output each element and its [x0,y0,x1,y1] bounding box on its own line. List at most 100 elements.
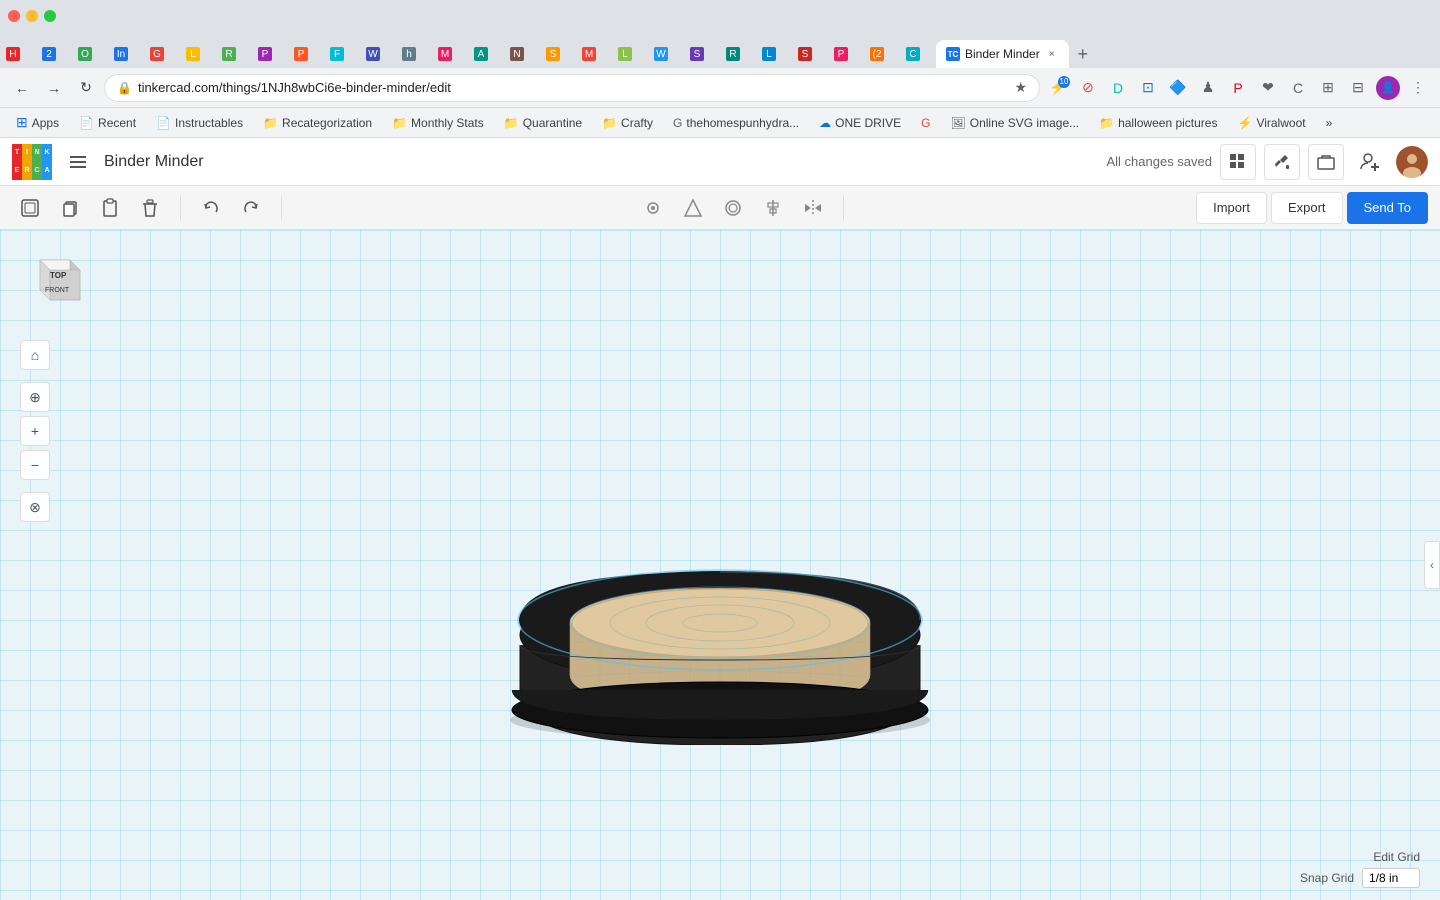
menu-icon[interactable]: ⋮ [1404,74,1432,102]
bookmark-g[interactable]: G [913,113,938,133]
hamburger-menu-btn[interactable] [62,146,94,178]
tab-item[interactable]: S [792,40,828,68]
forward-btn[interactable]: → [40,74,68,102]
tab-item[interactable]: W [648,40,684,68]
hamburger-icon [68,152,88,172]
bookmark-quarantine[interactable]: 📁 Quarantine [496,113,590,133]
tab-item[interactable]: R [720,40,756,68]
copy-tool-btn[interactable] [52,190,88,226]
pinterest-icon[interactable]: P [1224,74,1252,102]
home-view-btn[interactable]: ⌂ [20,340,50,370]
profile-icon[interactable]: 👤 [1374,74,1402,102]
bookmark-recategorization[interactable]: 📁 Recategorization [255,113,380,133]
minimize-os-btn[interactable] [26,10,38,22]
tab-item[interactable]: M [432,40,468,68]
group-tool-btn[interactable] [715,190,751,226]
bookmark-onedrive[interactable]: ☁ ONE DRIVE [811,113,909,133]
address-bar[interactable]: 🔒 tinkercad.com/things/1NJh8wbCi6e-binde… [104,74,1040,102]
ext-icon-6[interactable]: C [1284,74,1312,102]
tab-item[interactable]: L [180,40,216,68]
tab-item[interactable]: In [108,40,144,68]
bookmark-star-icon[interactable]: ★ [1014,79,1027,96]
tc-viewport[interactable]: TOP FRONT ⌂ ⊕ + − [0,230,1440,900]
bookmark-homespun[interactable]: G thehomespunhydra... [665,113,807,133]
delete-tool-btn[interactable] [132,190,168,226]
tab-favicon-tinkercad: TC [946,47,960,61]
grid-view-btn[interactable] [1220,144,1256,180]
add-user-btn[interactable] [1352,144,1388,180]
zoom-in-btn[interactable]: + [20,416,50,446]
tab-item[interactable]: P [828,40,864,68]
tab-close-btn[interactable]: × [1045,47,1059,61]
bookmark-instructables[interactable]: 📄 Instructables [148,113,251,133]
new-tab-btn[interactable]: + [1069,40,1097,68]
ext-icon-7[interactable]: ⊟ [1344,74,1372,102]
bookmark-monthly-stats[interactable]: 📁 Monthly Stats [384,113,492,133]
maximize-os-btn[interactable] [44,10,56,22]
tab-item[interactable]: H [0,40,36,68]
tab-tinkercad[interactable]: TC Binder Minder × [936,40,1069,68]
tab-item[interactable]: P [288,40,324,68]
reload-btn[interactable]: ↻ [72,74,100,102]
tab-item[interactable]: W [360,40,396,68]
export-btn[interactable]: Export [1271,192,1343,224]
select-tool-btn[interactable] [12,190,48,226]
undo-tool-btn[interactable] [193,190,229,226]
bookmark-apps[interactable]: ⊞ Apps [8,111,67,134]
redo-tool-btn[interactable] [233,190,269,226]
screenshare-icon[interactable]: ⊞ [1314,74,1342,102]
mirror-tool-btn[interactable] [795,190,831,226]
view-cube[interactable]: TOP FRONT [20,250,90,320]
tinkercad-logo[interactable]: T I N K E R C A [12,144,52,180]
tab-item[interactable]: S [684,40,720,68]
tab-favicon: F [330,47,344,61]
tab-item[interactable]: P [252,40,288,68]
paste-tool-btn[interactable] [92,190,128,226]
send-to-btn[interactable]: Send To [1347,192,1428,224]
tools-btn[interactable] [1264,144,1300,180]
tab-item[interactable]: N [504,40,540,68]
user-avatar[interactable] [1396,146,1428,178]
tab-item[interactable]: S [540,40,576,68]
align-tool-btn[interactable] [755,190,791,226]
chess-icon[interactable]: ♟ [1194,74,1222,102]
ext-icon-5[interactable]: ❤ [1254,74,1282,102]
bookmark-svg[interactable]: 🖼 Online SVG image... [943,113,1088,133]
perspective-btn[interactable]: ⊗ [20,492,50,522]
snap-grid-select[interactable]: 1/8 in 1/4 in 1/2 in 1 in [1362,868,1420,888]
import-btn[interactable]: Import [1196,192,1267,224]
tab-item[interactable]: h [396,40,432,68]
close-os-btn[interactable] [8,10,20,22]
tab-item[interactable]: G [144,40,180,68]
bookmark-recent[interactable]: 📄 Recent [71,113,144,133]
tab-item[interactable]: A [468,40,504,68]
adblock-icon[interactable]: ⊘ [1074,74,1102,102]
shape-tool-btn[interactable] [675,190,711,226]
bookmark-viralwoot[interactable]: ⚡ Viralwoot [1229,113,1313,133]
tab-item[interactable]: F [324,40,360,68]
outlook-icon[interactable]: ⊡ [1134,74,1162,102]
bookmark-halloween-label: halloween pictures [1118,116,1217,130]
tab-item[interactable]: (2 [864,40,900,68]
extensions-icon[interactable]: ⚡ 10 [1044,74,1072,102]
projects-btn[interactable] [1308,144,1344,180]
tab-item[interactable]: L [756,40,792,68]
tab-item[interactable]: R [216,40,252,68]
tab-item[interactable]: O [72,40,108,68]
edit-grid-btn[interactable]: Edit Grid [1373,850,1420,864]
bookmark-more[interactable]: » [1318,113,1341,133]
zoom-out-btn[interactable]: − [20,450,50,480]
tab-item[interactable]: 2 [36,40,72,68]
fit-view-btn[interactable]: ⊕ [20,382,50,412]
tab-item[interactable]: C [900,40,936,68]
bookmark-halloween[interactable]: 📁 halloween pictures [1091,113,1225,133]
light-tool-btn[interactable] [635,190,671,226]
ext-icon-4[interactable]: 🔷 [1164,74,1192,102]
dashlane-icon[interactable]: D [1104,74,1132,102]
bookmark-crafty[interactable]: 📁 Crafty [594,113,661,133]
back-btn[interactable]: ← [8,74,36,102]
tab-item[interactable]: M [576,40,612,68]
bookmark-homespun-label: thehomespunhydra... [686,116,799,130]
right-panel-toggle[interactable]: ‹ [1424,541,1440,589]
tab-item[interactable]: L [612,40,648,68]
